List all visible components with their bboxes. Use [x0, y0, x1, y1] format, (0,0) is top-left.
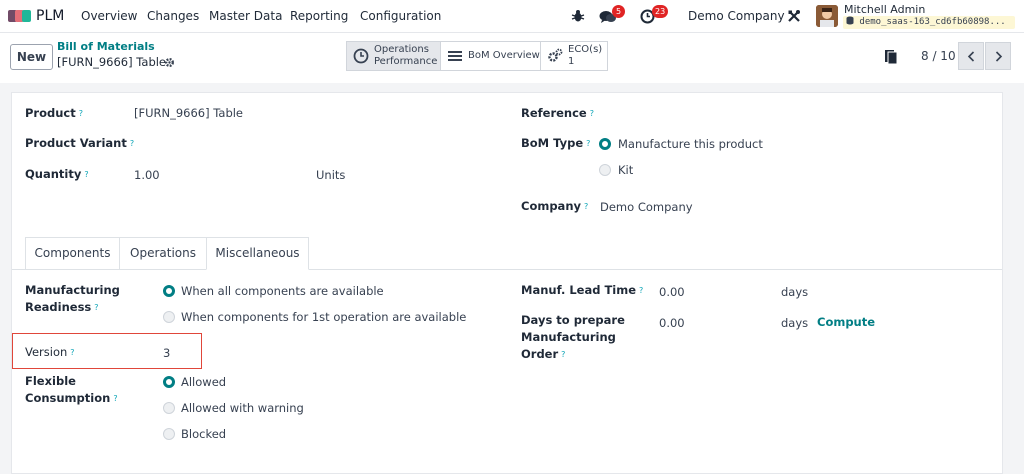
days-to-prepare-field[interactable]: 0.00 [659, 315, 685, 332]
menu-reporting[interactable]: Reporting [290, 9, 348, 23]
flexible-allowed-label[interactable]: Allowed [181, 375, 226, 389]
readiness-first-operation-label[interactable]: When components for 1st operation are av… [181, 310, 466, 324]
chevron-right-icon [995, 51, 1003, 62]
database-name: demo_saas-163_cd6fb60898... [859, 17, 1006, 27]
activities-badge: 23 [652, 5, 669, 18]
quantity-label: Quantity? [25, 167, 89, 181]
bookmark-icon[interactable] [884, 49, 898, 65]
database-icon [846, 16, 854, 25]
tab-components[interactable]: Components [25, 237, 120, 270]
menu-configuration[interactable]: Configuration [360, 9, 441, 23]
gear-icon[interactable] [164, 57, 175, 68]
pager-previous-button[interactable] [958, 42, 984, 70]
flexible-consumption-label: Flexible Consumption? [25, 374, 118, 405]
chevron-left-icon [967, 51, 975, 62]
help-icon[interactable]: ? [113, 394, 117, 403]
smart-buttons: Operations Performance BoM Overview ECO(… [346, 41, 608, 71]
bom-type-label: BoM Type? [521, 136, 591, 150]
tab-miscellaneous[interactable]: Miscellaneous [206, 237, 309, 270]
help-icon[interactable]: ? [84, 170, 88, 179]
help-icon[interactable]: ? [70, 348, 74, 357]
operations-performance-button[interactable]: Operations Performance [347, 42, 441, 70]
eco-label: ECO(s) 1 [568, 44, 603, 67]
company-label: Company? [521, 199, 589, 213]
quantity-uom-field[interactable]: Units [316, 167, 345, 184]
help-icon[interactable]: ? [639, 286, 643, 295]
app-logo-icon[interactable] [8, 8, 32, 24]
version-label: Version? [25, 345, 75, 359]
list-icon [448, 51, 462, 61]
bom-type-kit-radio[interactable] [599, 164, 611, 176]
quantity-field[interactable]: 1.00 [134, 167, 160, 184]
help-icon[interactable]: ? [561, 350, 565, 359]
flexible-blocked-label[interactable]: Blocked [181, 427, 226, 441]
menu-overview[interactable]: Overview [81, 9, 138, 23]
days-to-prepare-unit: days [781, 316, 809, 330]
breadcrumb[interactable]: Bill of Materials [57, 40, 155, 53]
readiness-all-components-label[interactable]: When all components are available [181, 284, 384, 298]
bom-type-manufacture-label[interactable]: Manufacture this product [618, 137, 763, 151]
operations-performance-label: Operations Performance [374, 44, 438, 67]
bom-overview-button[interactable]: BoM Overview [441, 42, 541, 70]
flexible-allowed-radio[interactable] [163, 376, 175, 388]
version-field[interactable]: 3 [163, 345, 170, 362]
company-switcher[interactable]: Demo Company [688, 9, 785, 23]
help-icon[interactable]: ? [584, 202, 588, 211]
product-variant-label: Product Variant? [25, 136, 135, 150]
eco-button[interactable]: ECO(s) 1 [541, 42, 607, 70]
messages-badge: 5 [612, 5, 625, 18]
database-badge: demo_saas-163_cd6fb60898... [843, 16, 1015, 29]
reference-label: Reference? [521, 106, 594, 120]
help-icon[interactable]: ? [94, 303, 98, 312]
company-field[interactable]: Demo Company [600, 199, 693, 216]
bug-icon[interactable] [571, 9, 585, 23]
bom-type-kit-label[interactable]: Kit [618, 163, 633, 177]
bom-type-manufacture-radio[interactable] [599, 138, 611, 150]
pager-next-button[interactable] [985, 42, 1011, 70]
user-avatar[interactable] [816, 5, 838, 27]
record-title: [FURN_9666] Table [57, 55, 167, 69]
reference-field[interactable] [600, 105, 980, 122]
manuf-lead-time-field[interactable]: 0.00 [659, 284, 685, 301]
compute-button[interactable]: Compute [817, 315, 875, 329]
top-navbar: PLM Overview Changes Master Data Reporti… [0, 0, 1024, 33]
help-icon[interactable]: ? [586, 139, 590, 148]
bom-overview-label: BoM Overview [468, 50, 540, 61]
manuf-lead-time-label: Manuf. Lead Time? [521, 283, 644, 297]
tools-icon[interactable] [787, 9, 801, 23]
flexible-blocked-radio[interactable] [163, 428, 175, 440]
gears-icon [548, 48, 563, 62]
menu-master-data[interactable]: Master Data [209, 9, 282, 23]
product-variant-field[interactable] [134, 135, 474, 152]
readiness-first-operation-radio[interactable] [163, 311, 175, 323]
days-to-prepare-label: Days to prepare Manufacturing Order? [521, 313, 625, 361]
flexible-warning-radio[interactable] [163, 402, 175, 414]
clock-icon [353, 48, 369, 64]
menu-changes[interactable]: Changes [147, 9, 199, 23]
app-name[interactable]: PLM [36, 8, 64, 24]
manufacturing-readiness-label: Manufacturing Readiness? [25, 283, 120, 314]
form-sheet: Product? [FURN_9666] Table Product Varia… [11, 92, 1003, 474]
product-label: Product? [25, 106, 83, 120]
readiness-all-components-radio[interactable] [163, 285, 175, 297]
help-icon[interactable]: ? [590, 109, 594, 118]
tab-operations[interactable]: Operations [119, 237, 207, 270]
product-field[interactable]: [FURN_9666] Table [134, 105, 243, 122]
flexible-warning-label[interactable]: Allowed with warning [181, 401, 304, 415]
new-button[interactable]: New [10, 44, 53, 70]
manuf-lead-time-unit: days [781, 285, 809, 299]
pager-value[interactable]: 8 / 10 [921, 49, 956, 63]
control-panel: New Bill of Materials [FURN_9666] Table … [0, 33, 1024, 83]
user-name[interactable]: Mitchell Admin [844, 3, 925, 16]
help-icon[interactable]: ? [79, 109, 83, 118]
